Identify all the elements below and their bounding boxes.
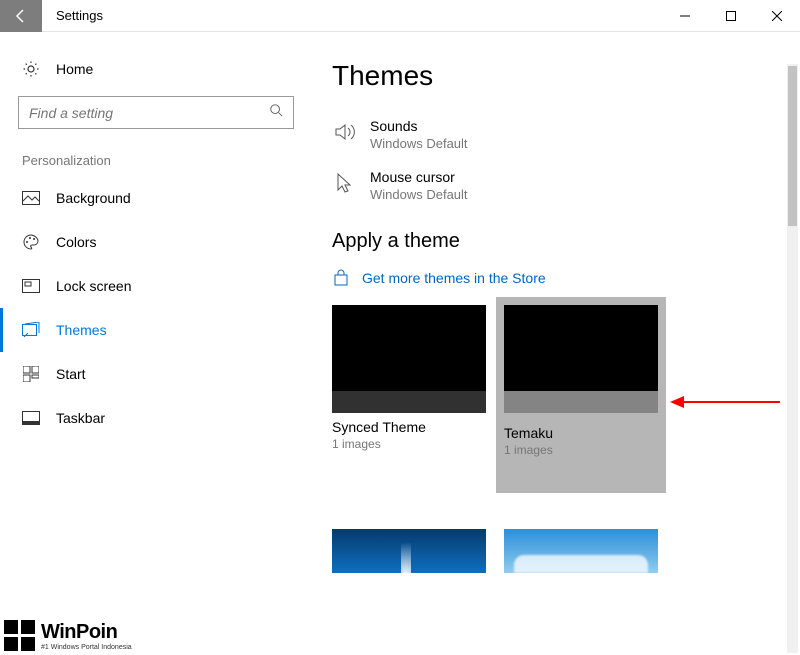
theme-name: Synced Theme [332, 419, 486, 435]
home-label: Home [56, 61, 93, 77]
theme-thumbnail [332, 305, 486, 413]
picture-icon [22, 189, 40, 207]
cursor-label: Mouse cursor [370, 169, 468, 185]
theme-card[interactable]: Synced Theme 1 images [332, 305, 486, 493]
store-link[interactable]: Get more themes in the Store [332, 269, 800, 287]
sidebar-item-label: Background [56, 190, 131, 206]
minimize-button[interactable] [662, 0, 708, 32]
watermark-tagline: #1 Windows Portal Indonesia [41, 644, 132, 651]
search-field[interactable] [29, 105, 269, 121]
sidebar-item-label: Start [56, 366, 86, 382]
window-title: Settings [56, 8, 103, 23]
annotation-arrow [670, 392, 780, 412]
gear-icon [22, 60, 40, 78]
theme-card-selected[interactable]: Temaku 1 images [504, 305, 658, 493]
scrollbar-thumb[interactable] [788, 66, 797, 226]
page-title: Themes [332, 60, 800, 92]
scrollbar[interactable] [787, 64, 798, 653]
sounds-value: Windows Default [370, 136, 468, 151]
maximize-button[interactable] [708, 0, 754, 32]
taskbar-icon [22, 409, 40, 427]
theme-thumbnail[interactable] [332, 529, 486, 573]
titlebar: Settings [0, 0, 800, 32]
cursor-setting[interactable]: Mouse cursor Windows Default [332, 169, 800, 202]
palette-icon [22, 233, 40, 251]
themes-icon [22, 321, 40, 339]
cursor-icon [332, 171, 356, 195]
sounds-setting[interactable]: Sounds Windows Default [332, 118, 800, 151]
theme-name: Temaku [504, 425, 658, 441]
sidebar-item-background[interactable]: Background [18, 176, 300, 220]
close-button[interactable] [754, 0, 800, 32]
watermark: WinPoin #1 Windows Portal Indonesia [4, 620, 132, 651]
cursor-value: Windows Default [370, 187, 468, 202]
sidebar-item-label: Themes [56, 322, 107, 338]
sidebar-item-taskbar[interactable]: Taskbar [18, 396, 300, 440]
sidebar-item-label: Colors [56, 234, 96, 250]
lockscreen-icon [22, 277, 40, 295]
main-panel: Themes Sounds Windows Default Mouse curs… [300, 32, 800, 655]
section-label: Personalization [18, 153, 300, 168]
watermark-name: WinPoin [41, 621, 132, 644]
theme-thumbnail [504, 305, 658, 413]
logo-icon [4, 620, 35, 651]
sidebar: Home Personalization Background Colors L… [0, 32, 300, 655]
sidebar-item-label: Lock screen [56, 278, 131, 294]
start-icon [22, 365, 40, 383]
window-controls [662, 0, 800, 32]
search-input[interactable] [18, 96, 294, 129]
sidebar-item-start[interactable]: Start [18, 352, 300, 396]
sounds-icon [332, 120, 356, 144]
sidebar-item-colors[interactable]: Colors [18, 220, 300, 264]
search-icon [269, 103, 283, 122]
theme-thumbnail[interactable] [504, 529, 658, 573]
theme-sub: 1 images [504, 443, 658, 457]
back-button[interactable] [0, 0, 42, 32]
theme-sub: 1 images [332, 437, 486, 451]
sidebar-item-label: Taskbar [56, 410, 105, 426]
sounds-label: Sounds [370, 118, 468, 134]
home-link[interactable]: Home [18, 52, 300, 96]
store-link-label: Get more themes in the Store [362, 270, 546, 286]
sidebar-item-themes[interactable]: Themes [0, 308, 300, 352]
sidebar-item-lockscreen[interactable]: Lock screen [18, 264, 300, 308]
apply-theme-title: Apply a theme [332, 230, 800, 253]
store-icon [332, 269, 350, 287]
